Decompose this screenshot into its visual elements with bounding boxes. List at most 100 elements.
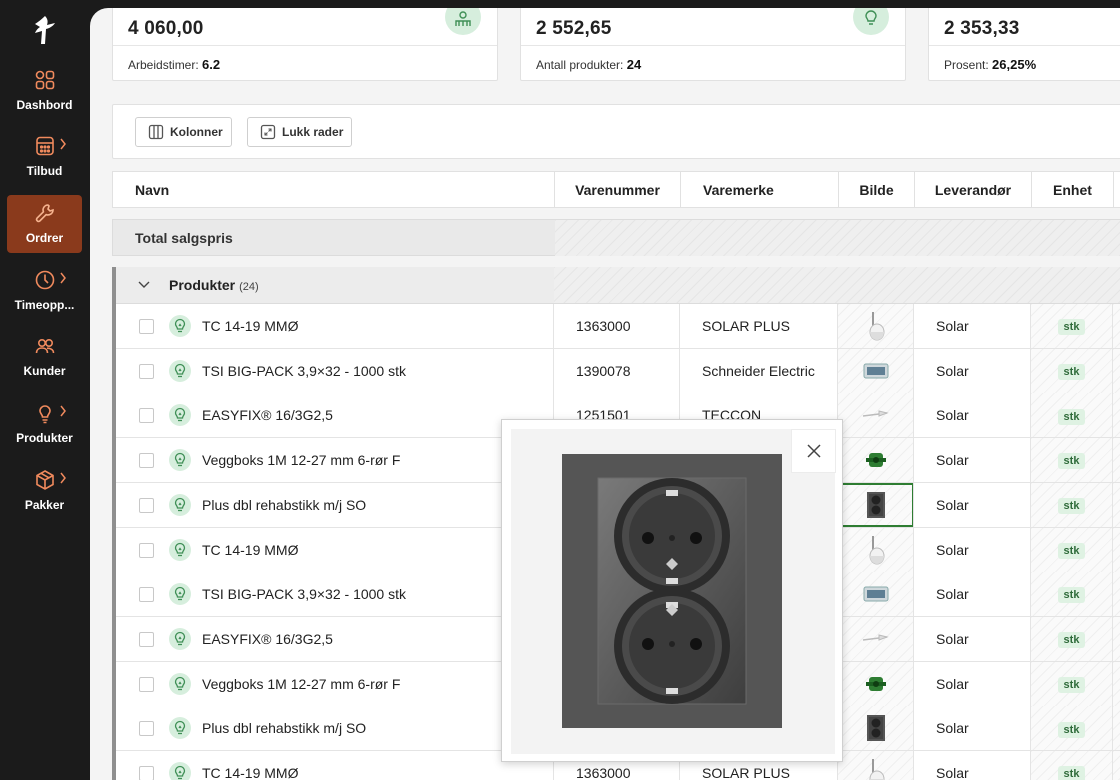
product-type-icon [169, 315, 191, 337]
product-name[interactable]: Veggboks 1M 12-27 mm 6-rør F [202, 662, 400, 706]
product-thumbnail[interactable] [861, 399, 891, 431]
unit-badge: stk [1057, 363, 1086, 380]
calculator-icon [36, 136, 54, 156]
product-type-icon [169, 493, 191, 516]
row-checkbox[interactable] [139, 542, 154, 558]
cell-supplier: Solar [914, 751, 1031, 780]
row-checkbox[interactable] [139, 721, 154, 737]
close-icon [807, 444, 821, 458]
collapse-button-label: Lukk rader [282, 125, 344, 139]
table-header: Navn Varenummer Varemerke Bilde Leverand… [112, 171, 1120, 208]
summary-value: 4 060,00 [128, 18, 204, 39]
column-header-unit[interactable]: Enhet [1032, 172, 1114, 208]
lightbulb-icon [853, 8, 889, 35]
product-thumbnail[interactable] [861, 757, 891, 780]
column-header-varenummer[interactable]: Varenummer [555, 172, 681, 208]
row-checkbox[interactable] [139, 587, 154, 603]
image-preview-popup [501, 419, 843, 762]
product-type-icon [169, 762, 191, 780]
cell-image[interactable] [838, 661, 914, 706]
product-name[interactable]: EASYFIX® 16/3G2,5 [202, 617, 333, 661]
cell-image[interactable] [838, 482, 914, 527]
unit-badge: stk [1057, 676, 1086, 693]
cell-image[interactable] [838, 527, 914, 572]
table-row[interactable]: TC 14-19 MMØ 1363000 SOLAR PLUS Solar stk [116, 304, 1120, 349]
clock-icon [35, 270, 55, 290]
product-name[interactable]: TSI BIG-PACK 3,9×32 - 1000 stk [202, 349, 406, 393]
total-label: Total salgspris [135, 230, 233, 246]
product-thumbnail[interactable] [861, 444, 891, 476]
product-thumbnail[interactable] [861, 578, 891, 610]
product-name[interactable]: EASYFIX® 16/3G2,5 [202, 393, 333, 437]
app-logo-icon[interactable] [32, 14, 58, 46]
column-header-supplier[interactable]: Leverandør [915, 172, 1032, 208]
product-name[interactable]: Plus dbl rehabstikk m/j SO [202, 706, 366, 750]
close-button[interactable] [791, 429, 836, 473]
total-row: Total salgspris [112, 219, 1120, 256]
summary-foot-label: Antall produkter: [536, 58, 624, 72]
row-checkbox[interactable] [139, 631, 154, 647]
sidebar-item-timeopp[interactable]: Timeopp... [7, 262, 82, 320]
collapse-rows-button[interactable]: Lukk rader [247, 117, 352, 147]
cell-image[interactable] [838, 616, 914, 661]
product-thumbnail[interactable] [861, 668, 891, 700]
column-header-image[interactable]: Bilde [839, 172, 915, 208]
chevron-right-icon [60, 405, 66, 417]
product-thumbnail[interactable] [861, 534, 891, 566]
collapse-icon [260, 124, 276, 140]
summary-foot-label: Arbeidstimer: [128, 58, 199, 72]
unit-badge: stk [1057, 498, 1086, 515]
cell-image[interactable] [838, 706, 914, 751]
product-thumbnail[interactable] [861, 712, 891, 744]
row-checkbox[interactable] [139, 408, 154, 424]
cell-varemerke: SOLAR PLUS [680, 304, 838, 348]
sidebar-item-produkter[interactable]: Produkter [7, 395, 82, 453]
product-name[interactable]: TC 14-19 MMØ [202, 304, 298, 348]
product-thumbnail[interactable] [861, 623, 891, 655]
cell-supplier: Solar [914, 527, 1031, 572]
sidebar-item-tilbud[interactable]: Tilbud [7, 128, 82, 186]
product-thumbnail[interactable] [838, 482, 913, 527]
cell-image[interactable] [838, 572, 914, 617]
sidebar-item-label: Tilbud [26, 164, 63, 178]
chevron-down-icon[interactable] [138, 280, 150, 290]
summary-foot-value: 26,25% [992, 57, 1037, 72]
row-checkbox[interactable] [139, 363, 154, 379]
columns-button[interactable]: Kolonner [135, 117, 232, 147]
cell-image[interactable] [838, 304, 914, 348]
group-row[interactable]: Produkter (24) [116, 267, 1120, 304]
product-name[interactable]: TC 14-19 MMØ [202, 528, 298, 572]
sidebar-item-kunder[interactable]: Kunder [7, 328, 82, 386]
cell-supplier: Solar [914, 438, 1031, 483]
summary-card-products: 2 552,65 Antall produkter: 24 [520, 8, 906, 81]
product-thumbnail[interactable] [861, 310, 891, 342]
product-type-icon [169, 538, 191, 561]
row-checkbox[interactable] [139, 497, 154, 513]
product-name[interactable]: Plus dbl rehabstikk m/j SO [202, 483, 366, 527]
product-thumbnail[interactable] [861, 355, 891, 387]
sidebar-item-dashbord[interactable]: Dashbord [7, 62, 82, 120]
sidebar-item-ordrer[interactable]: Ordrer [7, 195, 82, 253]
sidebar-item-label: Kunder [23, 364, 66, 378]
sidebar-item-pakker[interactable]: Pakker [7, 462, 82, 520]
unit-badge: stk [1057, 453, 1086, 470]
product-name[interactable]: TSI BIG-PACK 3,9×32 - 1000 stk [202, 572, 406, 616]
cell-image[interactable] [838, 438, 914, 483]
cell-image[interactable] [838, 751, 914, 780]
cell-supplier: Solar [914, 572, 1031, 617]
product-name[interactable]: Veggboks 1M 12-27 mm 6-rør F [202, 438, 400, 482]
column-header-varemerke[interactable]: Varemerke [681, 172, 839, 208]
cell-image[interactable] [838, 348, 914, 393]
product-type-icon [169, 627, 191, 650]
summary-card-percent: 2 353,33 Prosent: 26,25% [928, 8, 1120, 81]
product-type-icon [169, 717, 191, 740]
table-row[interactable]: TSI BIG-PACK 3,9×32 - 1000 stk 1390078 Sch… [116, 348, 1120, 394]
column-header-name[interactable]: Navn [113, 172, 555, 208]
product-name[interactable]: TC 14-19 MMØ [202, 751, 298, 780]
row-checkbox[interactable] [139, 676, 154, 692]
row-checkbox[interactable] [139, 453, 154, 469]
row-checkbox[interactable] [139, 766, 154, 780]
chevron-right-icon [60, 472, 66, 484]
cell-image[interactable] [838, 393, 914, 438]
row-checkbox[interactable] [139, 319, 154, 334]
